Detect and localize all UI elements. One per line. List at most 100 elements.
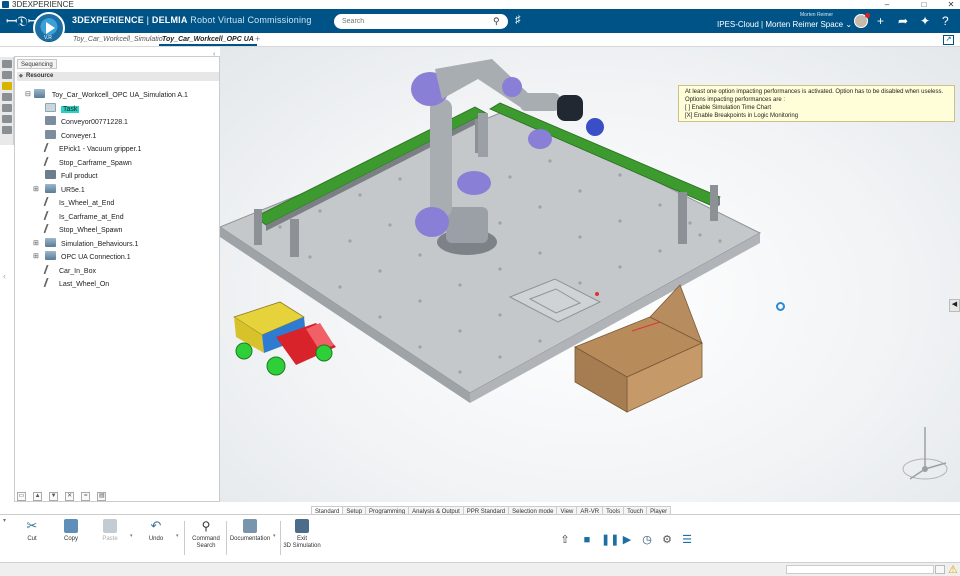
sync-icon[interactable] (2, 115, 12, 123)
equal-button[interactable]: = (81, 492, 91, 501)
command-search-label-1: Command (192, 536, 220, 542)
list-icon[interactable]: ☰ (681, 534, 693, 546)
exit-3d-simulation-button[interactable]: Exit 3D Simulation (283, 519, 321, 550)
tree-item-last-wheel-on[interactable]: Last_Wheel_On (43, 278, 110, 290)
paste-button[interactable]: Paste (94, 519, 126, 543)
resource-section-header[interactable]: Resource (17, 72, 219, 81)
tree-item-stop-wheel-spawn[interactable]: Stop_Wheel_Spawn (43, 224, 123, 236)
maximize-button[interactable]: □ (917, 0, 931, 9)
tree-item-car-in-box[interactable]: Car_In_Box (43, 265, 96, 277)
warning-icon[interactable]: ⚠ (948, 563, 958, 576)
compass-version: V.R (44, 35, 52, 41)
compass-axes-icon[interactable] (898, 419, 952, 489)
search-input[interactable] (334, 14, 508, 29)
tree-icon[interactable] (2, 93, 12, 101)
move-down-button[interactable]: ▼ (49, 492, 59, 501)
undo-options-icon[interactable]: ▾ (176, 533, 179, 539)
copy-button[interactable]: Copy (55, 519, 87, 543)
action-bar-menu-icon[interactable]: ▾ (3, 517, 6, 524)
collab-space-selector[interactable]: IPES-Cloud | Morten Reimer Space ⌄ (717, 20, 852, 29)
export-icon[interactable]: ⇧ (559, 534, 571, 546)
list-view-button[interactable]: ▤ (97, 492, 107, 501)
pause-icon[interactable]: ❚❚ (601, 534, 619, 546)
collapse-left-icon[interactable]: ‹ (3, 271, 6, 281)
expand-icon[interactable]: ⊞ (33, 238, 39, 250)
collapse-icon[interactable]: ⊟ (25, 89, 31, 101)
avatar[interactable] (854, 13, 870, 28)
sensor-icon (43, 224, 56, 233)
share-icon[interactable]: ➦ (898, 14, 908, 28)
layers-icon[interactable] (2, 104, 12, 112)
tree-item-label: Last_Wheel_On (59, 281, 110, 288)
remove-button[interactable]: ✕ (65, 492, 75, 501)
fullscreen-icon[interactable]: ↗ (943, 35, 954, 45)
cut-button[interactable]: ✂ Cut (16, 519, 48, 543)
product-icon (45, 170, 56, 179)
tree-item-label: Stop_Wheel_Spawn (59, 227, 123, 234)
tree-item-opc-ua-connection[interactable]: ⊞ OPC UA Connection.1 (33, 251, 131, 263)
expand-icon[interactable]: ⊞ (33, 184, 39, 196)
tree-view-button[interactable]: ▭ (17, 492, 26, 501)
tab-simulation[interactable]: Toy_Car_Workcell_Simulatio (70, 34, 166, 46)
settings-icon[interactable] (2, 126, 12, 134)
paste-label: Paste (102, 536, 118, 542)
step-forward-icon[interactable]: ▶ (621, 534, 633, 546)
side-panel-toggle-icon[interactable]: ◀ (949, 299, 960, 312)
resource-root-icon (34, 89, 45, 98)
move-up-button[interactable]: ▲ (33, 492, 43, 501)
cut-label: Cut (27, 536, 37, 542)
tab-opc-ua[interactable]: Toy_Car_Workcell_OPC UA (159, 34, 257, 46)
search-icon[interactable]: ⚲ (493, 16, 503, 26)
filter-icon[interactable] (2, 71, 12, 79)
command-search-button[interactable]: ⚲ Command Search (190, 519, 222, 550)
separator (280, 521, 281, 555)
tree-item-task[interactable]: Task (45, 103, 80, 115)
tree-item-ur5e[interactable]: ⊞ UR5e.1 (33, 184, 85, 196)
warning-line: Options impacting performances are : (685, 97, 786, 103)
tree-item-is-wheel-at-end[interactable]: Is_Wheel_at_End (43, 197, 114, 209)
sensor-icon (43, 157, 56, 166)
tab-sequencing[interactable]: Sequencing (17, 59, 57, 69)
tree-root[interactable]: ⊟ Toy_Car_Workcell_OPC UA_Simulation A.1 (25, 89, 188, 101)
compass-icon[interactable]: V.R (33, 12, 65, 44)
minimize-button[interactable]: – (880, 0, 894, 9)
undo-button[interactable]: ↶ Undo (140, 519, 172, 543)
tree-item-simulation-behaviours[interactable]: ⊞ Simulation_Behaviours.1 (33, 238, 138, 250)
gear-icon[interactable]: ⚙ (661, 534, 673, 546)
simulation-clock-icon[interactable]: ◷ (641, 534, 653, 546)
add-icon[interactable]: + (877, 14, 884, 28)
status-toggle-button[interactable] (935, 565, 945, 574)
loading-spinner-icon (776, 302, 785, 311)
tree-root-label: Toy_Car_Workcell_OPC UA_Simulation A.1 (51, 92, 188, 99)
gripper-icon (43, 143, 56, 152)
close-window-button[interactable]: ✕ (944, 0, 958, 9)
lightbulb-icon[interactable] (2, 82, 12, 90)
expand-icon[interactable]: ⊞ (33, 251, 39, 263)
tag-icon[interactable]: ♯ (515, 14, 521, 26)
collapse-tree-icon[interactable]: ‹ (213, 51, 215, 58)
action-bar: ▾ ✂ Cut Copy Paste ▾ ↶ Undo ▾ ⚲ Command … (0, 514, 960, 562)
command-search-label-2: Search (196, 543, 216, 549)
tree-item-full-product[interactable]: Full product (45, 170, 98, 182)
robot-icon (45, 184, 56, 193)
documentation-options-icon[interactable]: ▾ (273, 533, 276, 539)
app-logo-icon (2, 1, 9, 8)
tree-item-gripper[interactable]: EPick1 - Vacuum gripper.1 (43, 143, 141, 155)
3d-viewport[interactable]: At least one option impacting performanc… (220, 47, 960, 502)
user-name: Morten Reimer (800, 12, 834, 18)
documentation-button[interactable]: Documentation (229, 519, 271, 543)
help-icon[interactable]: ? (942, 14, 949, 28)
tree-item-stop-carframe-spawn[interactable]: Stop_Carframe_Spawn (43, 157, 132, 169)
home-icon[interactable] (2, 60, 12, 68)
stop-icon[interactable]: ■ (581, 534, 593, 546)
paste-options-icon[interactable]: ▾ (130, 533, 133, 539)
command-input[interactable] (786, 565, 934, 574)
tree-item-conveyor-00771228[interactable]: Conveyor00771228.1 (45, 116, 128, 128)
add-tab-button[interactable]: + (255, 34, 260, 44)
communities-icon[interactable]: ✦ (920, 14, 930, 28)
chevron-down-icon: ⌄ (845, 20, 853, 29)
tree-item-conveyer[interactable]: Conveyer.1 (45, 130, 96, 142)
toy-truck (233, 301, 336, 376)
behaviour-icon (45, 238, 56, 247)
tree-item-is-carframe-at-end[interactable]: Is_Carframe_at_End (43, 211, 124, 223)
